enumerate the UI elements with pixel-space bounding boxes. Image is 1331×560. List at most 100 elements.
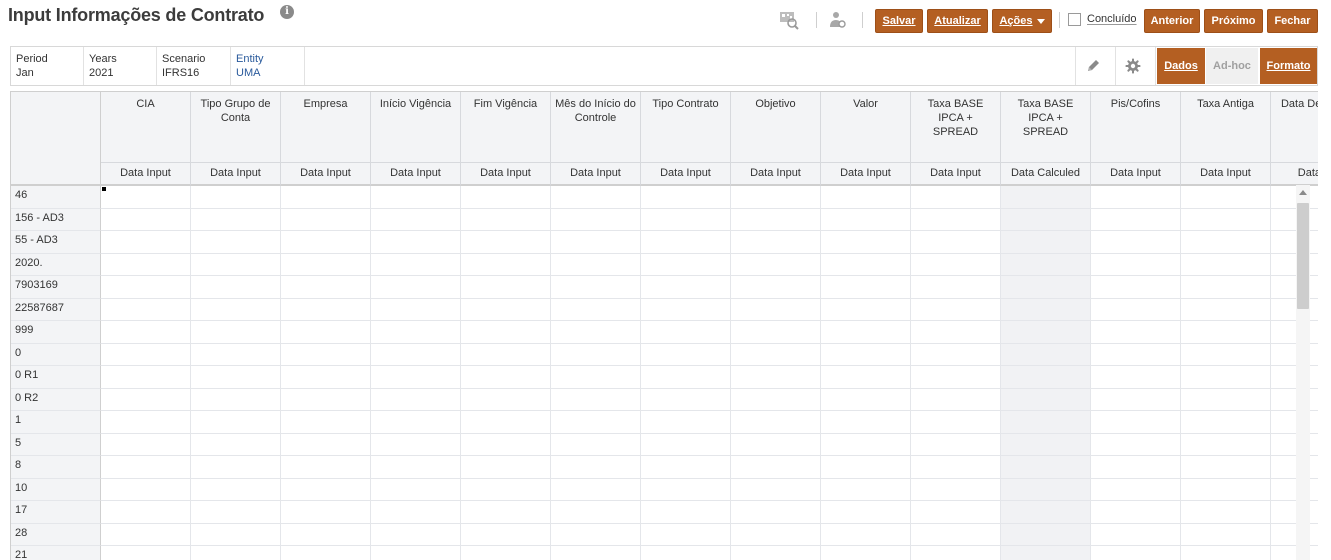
grid-cell[interactable]: [1001, 276, 1091, 299]
grid-cell[interactable]: [191, 388, 281, 411]
grid-cell[interactable]: [281, 298, 371, 321]
grid-cell[interactable]: [191, 546, 281, 560]
grid-cell[interactable]: [821, 321, 911, 344]
grid-cell[interactable]: [551, 501, 641, 524]
grid-cell[interactable]: [641, 253, 731, 276]
grid-cell[interactable]: [551, 298, 641, 321]
row-header[interactable]: 0 R1: [11, 366, 101, 389]
grid-cell[interactable]: [371, 186, 461, 209]
grid-cell[interactable]: [461, 343, 551, 366]
grid-cell[interactable]: [281, 231, 371, 254]
row-header[interactable]: 156 - AD3: [11, 208, 101, 231]
grid-cell[interactable]: [641, 343, 731, 366]
grid-cell[interactable]: [281, 366, 371, 389]
grid-cell[interactable]: [731, 478, 821, 501]
column-header[interactable]: Pis/Cofins: [1091, 92, 1181, 162]
user-settings-icon[interactable]: [827, 9, 849, 31]
grid-cell[interactable]: [461, 501, 551, 524]
grid-cell[interactable]: [281, 546, 371, 560]
grid-cell[interactable]: [281, 411, 371, 434]
grid-cell[interactable]: [1091, 411, 1181, 434]
grid-cell[interactable]: [911, 186, 1001, 209]
grid-cell[interactable]: [371, 546, 461, 560]
grid-cell[interactable]: [101, 276, 191, 299]
row-header[interactable]: 1: [11, 411, 101, 434]
grid-cell[interactable]: [1001, 298, 1091, 321]
grid-cell[interactable]: [1271, 276, 1318, 299]
grid-cell[interactable]: [371, 411, 461, 434]
grid-cell[interactable]: [551, 388, 641, 411]
grid-cell[interactable]: [641, 546, 731, 560]
grid-cell[interactable]: [551, 523, 641, 546]
grid-cell[interactable]: [1091, 186, 1181, 209]
grid-cell[interactable]: [1271, 433, 1318, 456]
row-header[interactable]: 10: [11, 478, 101, 501]
grid-cell[interactable]: [911, 546, 1001, 560]
tab-ad-hoc[interactable]: Ad-hoc: [1206, 48, 1258, 84]
grid-cell[interactable]: [731, 253, 821, 276]
column-header[interactable]: Tipo Contrato: [641, 92, 731, 162]
grid-cell[interactable]: [1271, 523, 1318, 546]
grid-cell[interactable]: [1001, 366, 1091, 389]
grid-cell[interactable]: [821, 433, 911, 456]
refresh-button[interactable]: Atualizar: [927, 9, 988, 33]
column-header[interactable]: Taxa BASE IPCA + SPREAD: [1001, 92, 1091, 162]
grid-cell[interactable]: [641, 388, 731, 411]
grid-cell[interactable]: [281, 478, 371, 501]
grid-cell[interactable]: [1001, 523, 1091, 546]
grid-cell[interactable]: [641, 208, 731, 231]
grid-cell[interactable]: [1001, 231, 1091, 254]
grid-cell[interactable]: [551, 253, 641, 276]
column-subheader[interactable]: Data Input: [101, 162, 191, 186]
grid-cell[interactable]: [821, 186, 911, 209]
grid-cell[interactable]: [191, 411, 281, 434]
grid-cell[interactable]: [1181, 433, 1271, 456]
column-subheader[interactable]: Data Calculed: [1001, 162, 1091, 186]
grid-cell[interactable]: [1001, 343, 1091, 366]
grid-cell[interactable]: [731, 208, 821, 231]
grid-cell[interactable]: [101, 321, 191, 344]
column-header[interactable]: Taxa BASE IPCA + SPREAD: [911, 92, 1001, 162]
grid-cell[interactable]: [461, 456, 551, 479]
grid-cell[interactable]: [1091, 501, 1181, 524]
row-header[interactable]: 5: [11, 433, 101, 456]
row-header[interactable]: 2020.: [11, 253, 101, 276]
grid-cell[interactable]: [1181, 501, 1271, 524]
grid-cell[interactable]: [1091, 523, 1181, 546]
grid-cell[interactable]: [821, 546, 911, 560]
grid-cell[interactable]: [191, 253, 281, 276]
grid-cell[interactable]: [641, 478, 731, 501]
grid-cell[interactable]: [371, 298, 461, 321]
grid-cell[interactable]: [731, 456, 821, 479]
grid-cell[interactable]: [1001, 186, 1091, 209]
grid-cell[interactable]: [461, 208, 551, 231]
grid-cell[interactable]: [191, 276, 281, 299]
grid-cell[interactable]: [1091, 321, 1181, 344]
grid-cell[interactable]: [1001, 478, 1091, 501]
grid-cell[interactable]: [821, 366, 911, 389]
grid-cell[interactable]: [731, 298, 821, 321]
grid-cell[interactable]: [461, 388, 551, 411]
grid-cell[interactable]: [1091, 388, 1181, 411]
grid-cell[interactable]: [1271, 546, 1318, 560]
grid-cell[interactable]: [281, 321, 371, 344]
grid-cell[interactable]: [911, 523, 1001, 546]
column-subheader[interactable]: Data Input: [911, 162, 1001, 186]
grid-cell[interactable]: [461, 276, 551, 299]
row-header[interactable]: 0: [11, 343, 101, 366]
grid-cell[interactable]: [1181, 208, 1271, 231]
grid-cell[interactable]: [551, 208, 641, 231]
info-icon[interactable]: i: [280, 5, 294, 19]
grid-cell[interactable]: [191, 456, 281, 479]
grid-cell[interactable]: [911, 253, 1001, 276]
pov-period[interactable]: Period Jan: [11, 47, 84, 85]
grid-cell[interactable]: [731, 523, 821, 546]
grid-cell[interactable]: [1001, 411, 1091, 434]
next-button[interactable]: Próximo: [1204, 9, 1263, 33]
grid-cell[interactable]: [101, 501, 191, 524]
gear-icon[interactable]: [1124, 57, 1142, 75]
grid-cell[interactable]: [191, 523, 281, 546]
grid-cell[interactable]: [1181, 276, 1271, 299]
column-subheader[interactable]: Data Input: [1181, 162, 1271, 186]
grid-cell[interactable]: [911, 456, 1001, 479]
